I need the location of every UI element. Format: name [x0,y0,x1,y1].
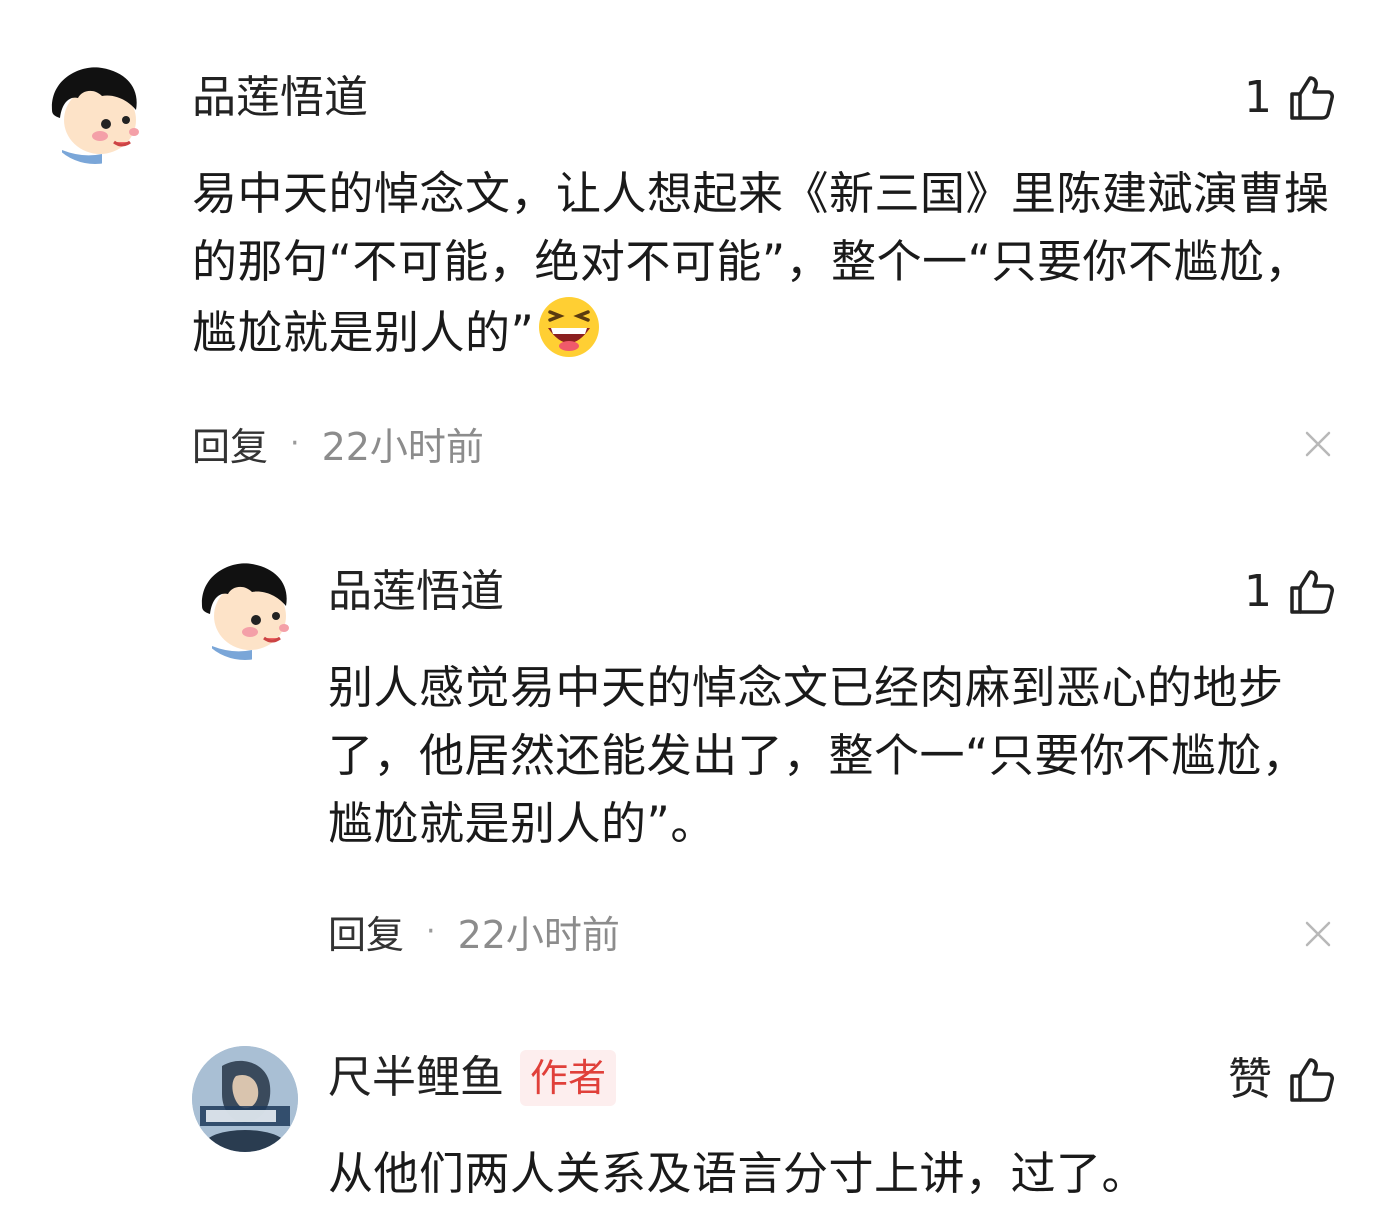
username[interactable]: 尺半鲤鱼 作者 [328,1050,617,1106]
like-control[interactable]: 1 [1244,564,1336,620]
separator: · [290,425,300,461]
avatar[interactable] [192,1046,298,1152]
close-icon[interactable] [1304,920,1332,948]
comment-meta: 回复 · 22小时前 [328,904,620,959]
like-count: 1 [1244,566,1272,617]
laughing-emoji-icon [538,296,600,358]
like-control[interactable]: 1 [1244,70,1336,126]
like-count: 1 [1244,72,1272,123]
close-icon[interactable] [1304,430,1332,458]
avatar[interactable] [42,58,148,164]
reply-button[interactable]: 回复 [192,416,268,471]
timestamp: 22小时前 [457,912,620,957]
username[interactable]: 品莲悟道 [328,564,504,620]
timestamp: 22小时前 [321,424,484,469]
username[interactable]: 品莲悟道 [192,70,368,126]
avatar[interactable] [192,554,298,660]
comment-text: 别人感觉易中天的悼念文已经肉麻到恶心的地步了，他居然还能发出了，整个一“只要你不… [328,661,1308,850]
like-label: 赞 [1228,1054,1272,1105]
comment-text: 易中天的悼念文，让人想起来《新三国》里陈建斌演曹操的那句“不可能，绝对不可能”，… [192,160,1342,367]
thumbs-up-icon[interactable] [1288,74,1336,122]
reply-button[interactable]: 回复 [328,904,404,959]
comment-text: 从他们两人关系及语言分寸上讲，过了。 [328,1147,1148,1200]
thumbs-up-icon[interactable] [1288,1056,1336,1104]
thumbs-up-icon[interactable] [1288,568,1336,616]
username-text: 尺半鲤鱼 [328,1052,504,1103]
author-badge: 作者 [520,1050,617,1106]
separator: · [426,913,436,949]
comment-text-content: 易中天的悼念文，让人想起来《新三国》里陈建斌演曹操的那句“不可能，绝对不可能”，… [192,167,1330,359]
comment-meta: 回复 · 22小时前 [192,416,484,471]
like-control[interactable]: 赞 [1228,1052,1336,1108]
